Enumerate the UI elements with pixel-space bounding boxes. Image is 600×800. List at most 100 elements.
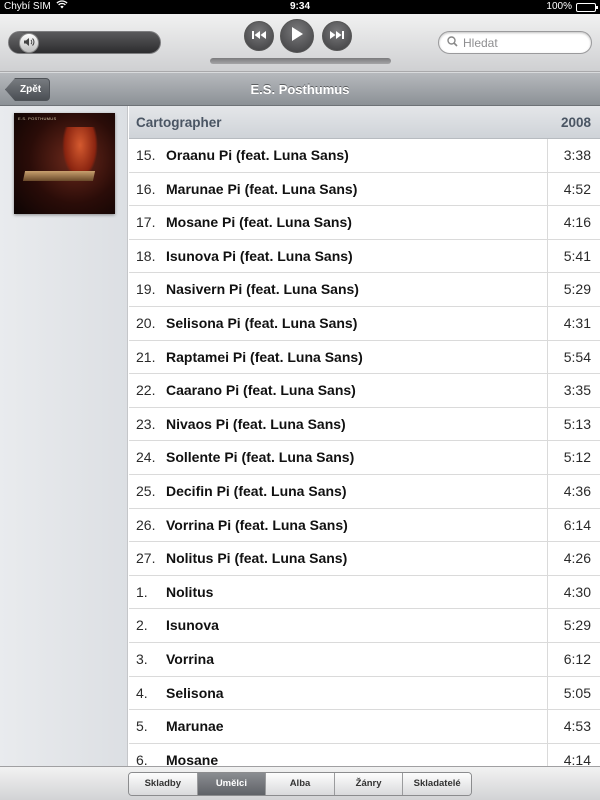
track-row[interactable]: 17. Mosane Pi (feat. Luna Sans) 4:16	[129, 206, 600, 240]
page-title: E.S. Posthumus	[250, 82, 350, 97]
tab-3[interactable]: Alba	[266, 773, 335, 795]
track-column-divider	[547, 474, 548, 508]
search-field[interactable]	[438, 31, 592, 54]
browse-tabs: Skladby Umělci Alba Žánry Skladatelé	[128, 772, 472, 796]
track-row[interactable]: 1. Nolitus 4:30	[129, 575, 600, 610]
track-duration: 5:29	[563, 617, 591, 634]
track-title: Marunae Pi (feat. Luna Sans)	[166, 180, 358, 197]
navigation-bar: Zpět E.S. Posthumus	[0, 72, 600, 106]
track-duration: 5:29	[563, 281, 591, 298]
track-row[interactable]: 15. Oraanu Pi (feat. Luna Sans) 3:38	[129, 139, 600, 173]
track-list[interactable]: 15. Oraanu Pi (feat. Luna Sans) 3:38 16. Mar…	[129, 139, 600, 766]
tab-2[interactable]: Umělci	[197, 773, 267, 795]
track-column-divider	[547, 139, 548, 172]
track-column-divider	[547, 206, 548, 239]
track-number: 3.	[136, 650, 148, 667]
track-duration: 4:14	[563, 751, 591, 766]
track-row[interactable]: 2. Isunova 5:29	[129, 609, 600, 643]
track-duration: 4:36	[563, 482, 591, 499]
track-duration: 3:38	[563, 147, 591, 163]
track-row[interactable]: 25. Decifin Pi (feat. Luna Sans) 4:36	[129, 474, 600, 509]
speaker-icon	[23, 34, 35, 52]
track-duration: 5:41	[563, 247, 591, 264]
track-row[interactable]: 23. Nivaos Pi (feat. Luna Sans) 5:13	[129, 407, 600, 442]
tab-5[interactable]: Skladatelé	[403, 773, 471, 795]
track-duration: 4:52	[563, 180, 591, 197]
track-title: Selisona	[166, 684, 224, 701]
track-title: Mosane	[166, 751, 219, 766]
volume-slider[interactable]	[8, 31, 161, 54]
track-duration: 4:26	[563, 550, 591, 567]
battery-icon	[576, 3, 598, 12]
player-toolbar	[0, 14, 600, 72]
tab-1[interactable]: Skladby	[129, 773, 198, 795]
track-title: Vorrina Pi (feat. Luna Sans)	[166, 516, 348, 533]
album-year: 2008	[560, 115, 591, 130]
track-column-divider	[547, 743, 548, 766]
track-title: Isunova	[166, 617, 219, 634]
track-title: Mosane Pi (feat. Luna Sans)	[166, 214, 352, 231]
artwork-caption: E.S. POSTHUMUS	[18, 116, 57, 121]
track-duration: 4:53	[563, 718, 591, 735]
tab-4[interactable]: Žánry	[334, 773, 404, 795]
track-row[interactable]: 19. Nasivern Pi (feat. Luna Sans) 5:29	[129, 273, 600, 307]
track-row[interactable]: 3. Vorrina 6:12	[129, 642, 600, 677]
status-right: 100%	[546, 0, 598, 14]
track-number: 21.	[136, 348, 156, 365]
track-title: Nolitus Pi (feat. Luna Sans)	[166, 550, 348, 567]
track-number: 17.	[136, 214, 156, 231]
next-track-icon	[329, 27, 345, 45]
track-number: 27.	[136, 550, 156, 567]
track-row[interactable]: 4. Selisona 5:05	[129, 676, 600, 711]
previous-track-button[interactable]	[244, 21, 274, 51]
track-number: 15.	[136, 147, 156, 163]
track-row[interactable]: 26. Vorrina Pi (feat. Luna Sans) 6:14	[129, 508, 600, 543]
progress-track	[210, 58, 391, 64]
track-number: 26.	[136, 516, 156, 533]
track-duration: 6:14	[563, 516, 591, 533]
track-title: Nivaos Pi (feat. Luna Sans)	[166, 415, 346, 432]
track-title: Sollente Pi (feat. Luna Sans)	[166, 449, 355, 466]
track-title: Decifin Pi (feat. Luna Sans)	[166, 482, 347, 499]
search-input[interactable]	[463, 35, 583, 50]
album-header: Cartographer 2008	[129, 106, 600, 139]
track-row[interactable]: 27. Nolitus Pi (feat. Luna Sans) 4:26	[129, 542, 600, 576]
track-number: 16.	[136, 180, 156, 197]
play-button[interactable]	[280, 19, 314, 53]
track-row[interactable]: 16. Marunae Pi (feat. Luna Sans) 4:52	[129, 172, 600, 207]
track-duration: 4:31	[563, 314, 591, 331]
battery-percent: 100%	[546, 1, 572, 12]
magnifier-icon	[447, 34, 458, 52]
track-number: 20.	[136, 314, 156, 331]
track-title: Nolitus	[166, 583, 214, 600]
track-number: 2.	[136, 617, 148, 634]
track-column-divider	[547, 575, 548, 609]
track-duration: 4:30	[563, 583, 591, 600]
track-column-divider	[547, 642, 548, 676]
track-row[interactable]: 5. Marunae 4:53	[129, 710, 600, 744]
track-number: 1.	[136, 583, 148, 600]
volume-knob[interactable]	[19, 33, 40, 53]
track-row[interactable]: 24. Sollente Pi (feat. Luna Sans) 5:12	[129, 441, 600, 475]
previous-track-icon	[251, 27, 267, 45]
track-column-divider	[547, 340, 548, 374]
track-row[interactable]: 18. Isunova Pi (feat. Luna Sans) 5:41	[129, 239, 600, 274]
track-row[interactable]: 20. Selisona Pi (feat. Luna Sans) 4:31	[129, 306, 600, 341]
track-title: Isunova Pi (feat. Luna Sans)	[166, 247, 353, 264]
track-title: Raptamei Pi (feat. Luna Sans)	[166, 348, 363, 365]
track-row[interactable]: 21. Raptamei Pi (feat. Luna Sans) 5:54	[129, 340, 600, 375]
track-number: 6.	[136, 751, 148, 766]
track-title: Nasivern Pi (feat. Luna Sans)	[166, 281, 359, 298]
track-number: 4.	[136, 684, 148, 701]
track-duration: 3:35	[563, 382, 591, 399]
track-duration: 5:54	[563, 348, 591, 365]
status-time: 9:34	[289, 1, 310, 12]
track-row[interactable]: 6. Mosane 4:14	[129, 743, 600, 766]
track-row[interactable]: 22. Caarano Pi (feat. Luna Sans) 3:35	[129, 374, 600, 408]
track-title: Vorrina	[166, 650, 214, 667]
track-duration: 4:16	[563, 214, 591, 231]
track-column-divider	[547, 239, 548, 273]
album-artwork[interactable]: E.S. POSTHUMUS	[14, 113, 115, 214]
next-track-button[interactable]	[322, 21, 352, 51]
bottom-bar: Skladby Umělci Alba Žánry Skladatelé	[0, 766, 600, 800]
